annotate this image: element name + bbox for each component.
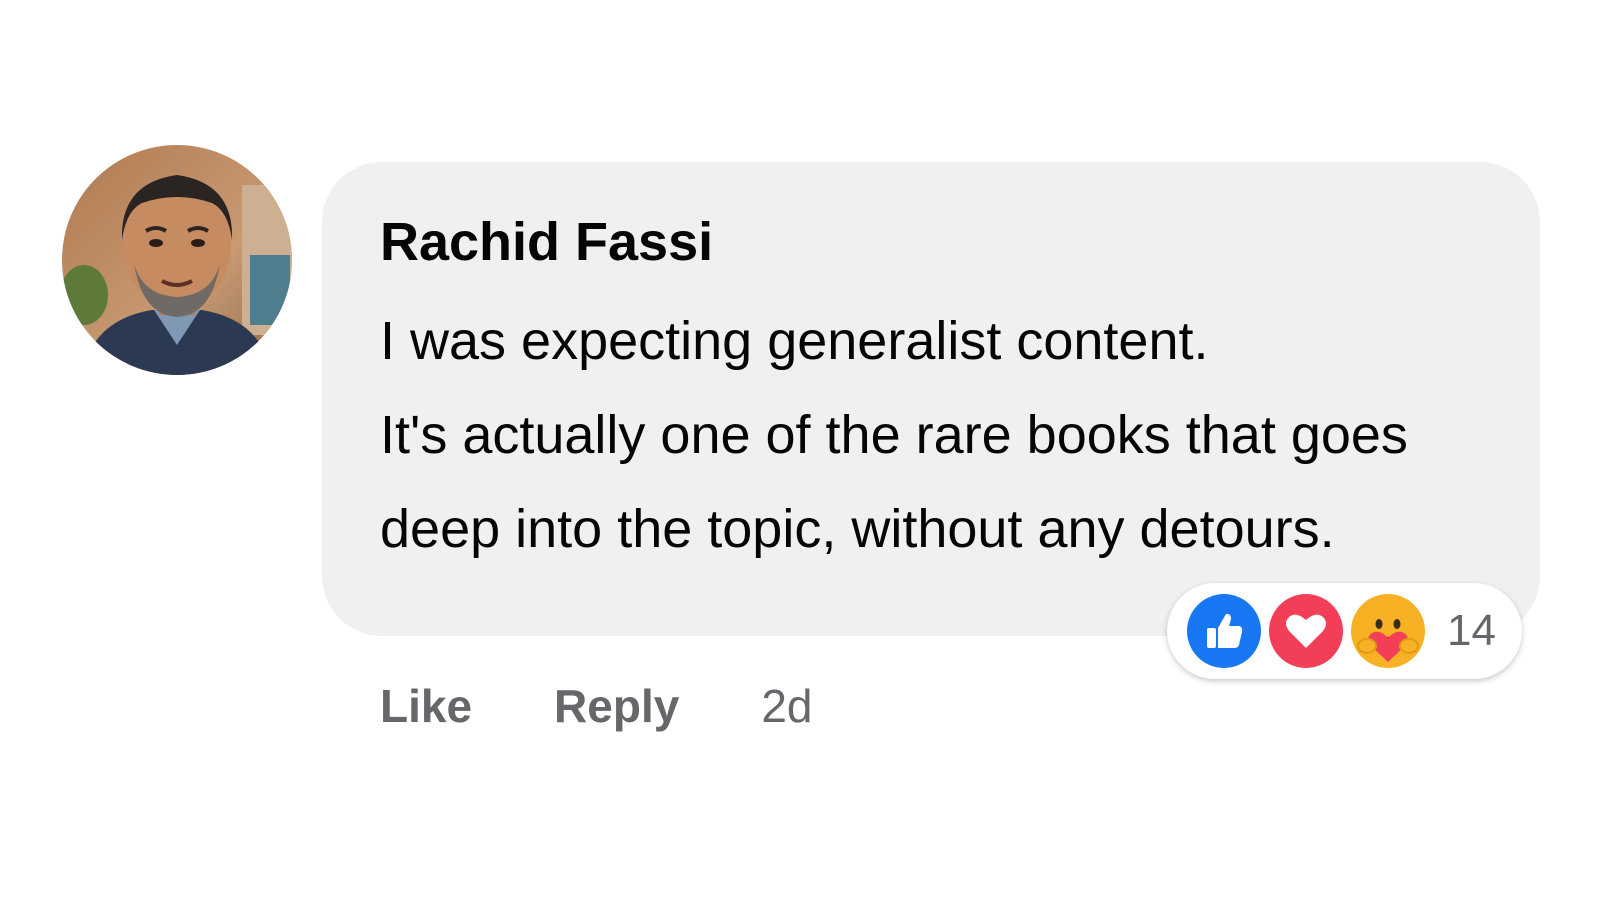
reactions-summary[interactable]: 14 [1167,583,1522,679]
comment-actions: Like Reply 2d [380,676,812,736]
avatar[interactable] [62,145,292,375]
timestamp[interactable]: 2d [761,676,812,736]
profile-photo-icon [62,145,292,375]
comment-text: I was expecting generalist content. It's… [380,294,1500,576]
comment-container: Rachid Fassi I was expecting generalist … [0,0,1600,900]
reaction-count: 14 [1447,606,1496,655]
like-icon [1187,594,1261,668]
comment-text-line: deep into the topic, without any detours… [380,499,1335,559]
reply-button[interactable]: Reply [554,676,679,736]
like-button[interactable]: Like [380,676,472,736]
comment-bubble: Rachid Fassi I was expecting generalist … [322,162,1540,636]
care-icon [1351,594,1425,668]
comment-text-line: I was expecting generalist content. [380,311,1209,371]
comment-text-line: It's actually one of the rare books that… [380,405,1408,465]
comment-author[interactable]: Rachid Fassi [380,212,713,272]
love-icon [1269,594,1343,668]
